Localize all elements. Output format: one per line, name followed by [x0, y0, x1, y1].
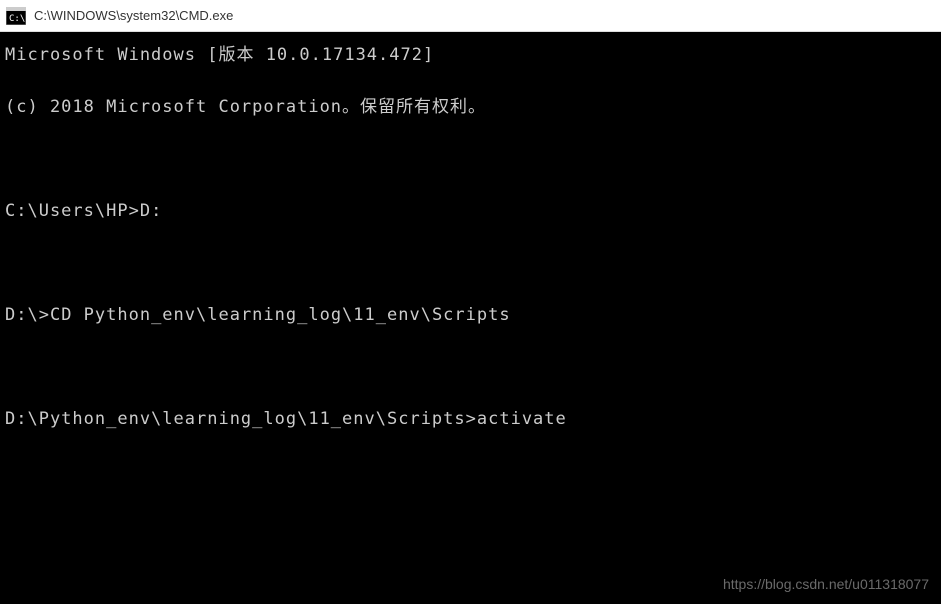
terminal-line: Microsoft Windows [版本 10.0.17134.472] [5, 42, 936, 68]
command-input: CD Python_env\learning_log\11_env\Script… [50, 305, 511, 325]
terminal-line: D:\>CD Python_env\learning_log\11_env\Sc… [5, 302, 936, 328]
command-input: activate [477, 409, 567, 429]
terminal-line: C:\Users\HP>D: [5, 198, 936, 224]
prompt: C:\Users\HP> [5, 201, 140, 221]
window-title: C:\WINDOWS\system32\CMD.exe [34, 8, 233, 23]
prompt: D:\> [5, 305, 50, 325]
terminal-line [5, 146, 936, 172]
watermark: https://blog.csdn.net/u011318077 [723, 576, 929, 592]
terminal-line [5, 250, 936, 276]
window-title-bar[interactable]: C:\ C:\WINDOWS\system32\CMD.exe [0, 0, 941, 32]
terminal-line [5, 354, 936, 380]
terminal-line: D:\Python_env\learning_log\11_env\Script… [5, 406, 936, 432]
svg-text:C:\: C:\ [9, 14, 25, 24]
terminal-line: (c) 2018 Microsoft Corporation。保留所有权利。 [5, 94, 936, 120]
command-input: D: [140, 201, 162, 221]
terminal-output-area[interactable]: Microsoft Windows [版本 10.0.17134.472] (c… [0, 32, 941, 604]
prompt: D:\Python_env\learning_log\11_env\Script… [5, 409, 477, 429]
cmd-icon: C:\ [6, 7, 26, 25]
